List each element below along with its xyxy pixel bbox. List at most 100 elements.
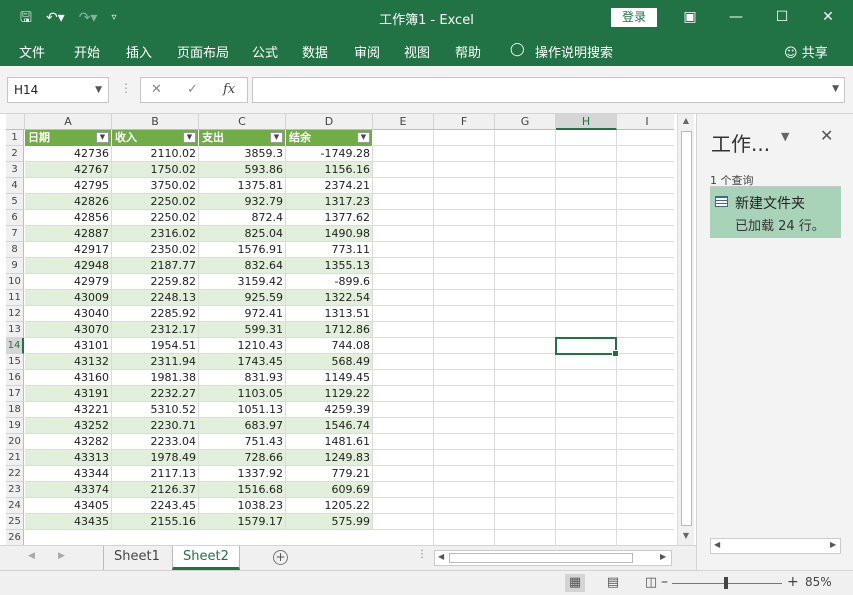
table-cell[interactable]: 42887 [25,226,112,242]
empty-cell[interactable] [434,242,495,258]
table-cell[interactable]: 42795 [25,178,112,194]
empty-cell[interactable] [617,418,674,434]
empty-cell[interactable] [556,354,617,370]
row-header[interactable]: 18 [6,402,24,418]
table-cell[interactable]: 1978.49 [112,450,199,466]
row-header[interactable]: 14 [6,338,24,354]
table-cell[interactable]: 1156.16 [286,162,373,178]
table-cell[interactable]: 1210.43 [199,338,286,354]
row-header[interactable]: 4 [6,178,24,194]
empty-cell[interactable] [495,402,556,418]
empty-cell[interactable] [617,290,674,306]
table-cell[interactable]: 2117.13 [112,466,199,482]
table-cell[interactable]: 2248.13 [112,290,199,306]
empty-cell[interactable] [617,322,674,338]
tab-help[interactable]: 帮助 [455,42,481,61]
table-cell[interactable]: 832.64 [199,258,286,274]
table-cell[interactable]: 3159.42 [199,274,286,290]
sheet-tab-sheet2[interactable]: Sheet2 [172,546,240,570]
table-cell[interactable]: 2316.02 [112,226,199,242]
empty-cell[interactable] [495,514,556,530]
table-cell[interactable]: 744.08 [286,338,373,354]
empty-cell[interactable] [373,386,434,402]
table-cell[interactable]: 1038.23 [199,498,286,514]
empty-cell[interactable] [373,290,434,306]
minimize-icon[interactable]: — [726,6,746,28]
filter-dropdown-icon[interactable]: ▼ [270,132,283,143]
empty-cell[interactable] [434,210,495,226]
empty-cell[interactable] [373,498,434,514]
table-cell[interactable]: 568.49 [286,354,373,370]
row-header[interactable]: 26 [6,530,24,545]
table-cell[interactable]: 2311.94 [112,354,199,370]
table-cell[interactable]: 1249.83 [286,450,373,466]
query-item[interactable]: 新建文件夹 已加载 24 行。 [710,187,841,238]
empty-cell[interactable] [617,210,674,226]
table-cell[interactable]: 872.4 [199,210,286,226]
table-cell[interactable]: -1749.28 [286,146,373,162]
row-header[interactable]: 24 [6,498,24,514]
table-cell[interactable]: 1375.81 [199,178,286,194]
empty-cell[interactable] [617,514,674,530]
empty-cell[interactable] [495,434,556,450]
normal-view-icon[interactable]: ▦ [565,574,585,592]
empty-cell[interactable] [495,306,556,322]
empty-cell[interactable] [373,402,434,418]
insert-function-icon[interactable]: fx [223,82,235,97]
empty-cell[interactable] [495,322,556,338]
next-sheet-icon[interactable]: ▶ [58,551,65,561]
filter-dropdown-icon[interactable]: ▼ [96,132,109,143]
empty-cell[interactable] [373,466,434,482]
table-cell[interactable]: 1317.23 [286,194,373,210]
empty-cell[interactable] [434,402,495,418]
table-cell[interactable]: 43040 [25,306,112,322]
scroll-left-icon[interactable]: ◀ [438,552,444,561]
table-cell[interactable]: 43313 [25,450,112,466]
empty-cell[interactable] [556,386,617,402]
empty-cell[interactable] [495,482,556,498]
table-cell[interactable]: 42736 [25,146,112,162]
empty-cell[interactable] [617,498,674,514]
row-header[interactable]: 12 [6,306,24,322]
empty-cell[interactable] [495,242,556,258]
empty-cell[interactable] [556,210,617,226]
select-all-corner[interactable] [6,114,25,130]
empty-cell[interactable] [617,370,674,386]
empty-cell[interactable] [373,274,434,290]
horizontal-scroll-thumb[interactable] [449,553,633,563]
empty-cell[interactable] [434,514,495,530]
empty-cell[interactable] [434,162,495,178]
table-header-cell[interactable]: 日期 ▼ [25,130,112,146]
table-cell[interactable]: 1576.91 [199,242,286,258]
empty-cell[interactable] [373,226,434,242]
table-cell[interactable]: 43160 [25,370,112,386]
empty-cell[interactable] [373,418,434,434]
empty-cell[interactable] [373,322,434,338]
row-header[interactable]: 8 [6,242,24,258]
empty-cell[interactable] [373,194,434,210]
table-cell[interactable]: 2243.45 [112,498,199,514]
empty-cell[interactable] [556,194,617,210]
empty-cell[interactable] [495,530,556,545]
formula-input[interactable]: ▼ [252,77,845,103]
empty-cell[interactable] [373,130,434,146]
empty-cell[interactable] [495,194,556,210]
scroll-right-icon[interactable]: ▶ [660,552,666,561]
empty-cell[interactable] [495,162,556,178]
empty-cell[interactable] [373,306,434,322]
empty-cell[interactable] [434,258,495,274]
table-cell[interactable]: 728.66 [199,450,286,466]
vertical-scroll-thumb[interactable] [681,131,692,526]
worksheet-grid[interactable]: A B C D E F G H I 1 2 3 4 5 6 7 8 9 10 11 12 13 14 15 16 17 18 19 20… [6,114,674,545]
expand-formula-bar-icon[interactable]: ▼ [832,84,839,94]
cancel-icon[interactable]: ✕ [151,82,162,97]
table-cell[interactable]: 609.69 [286,482,373,498]
table-cell[interactable]: 2126.37 [112,482,199,498]
empty-cell[interactable] [373,162,434,178]
table-cell[interactable]: 43374 [25,482,112,498]
table-cell[interactable]: 1337.92 [199,466,286,482]
empty-cell[interactable] [495,338,556,354]
empty-cell[interactable] [556,162,617,178]
row-header[interactable]: 22 [6,466,24,482]
pane-scrollbar[interactable]: ◀ ▶ [710,538,841,554]
